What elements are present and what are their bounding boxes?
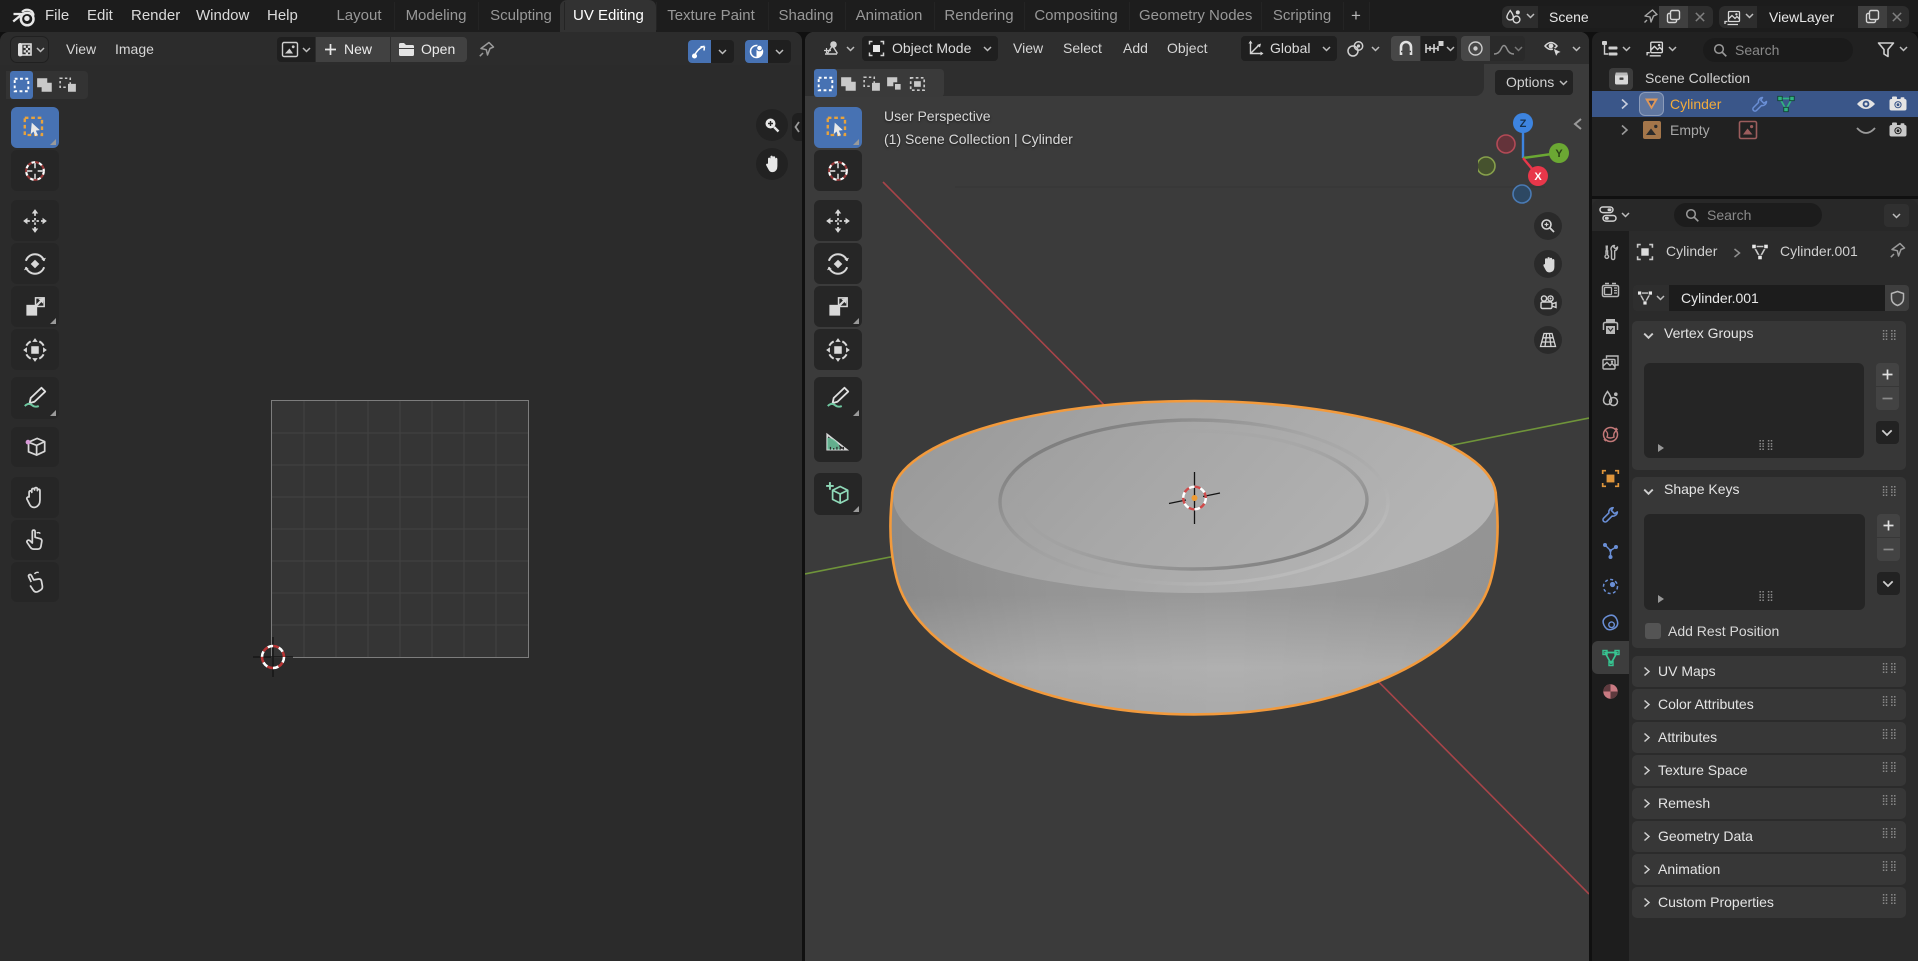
svg-text:Y: Y (1555, 148, 1563, 160)
svg-text:X: X (1534, 171, 1542, 183)
svg-text:Z: Z (1520, 118, 1527, 130)
